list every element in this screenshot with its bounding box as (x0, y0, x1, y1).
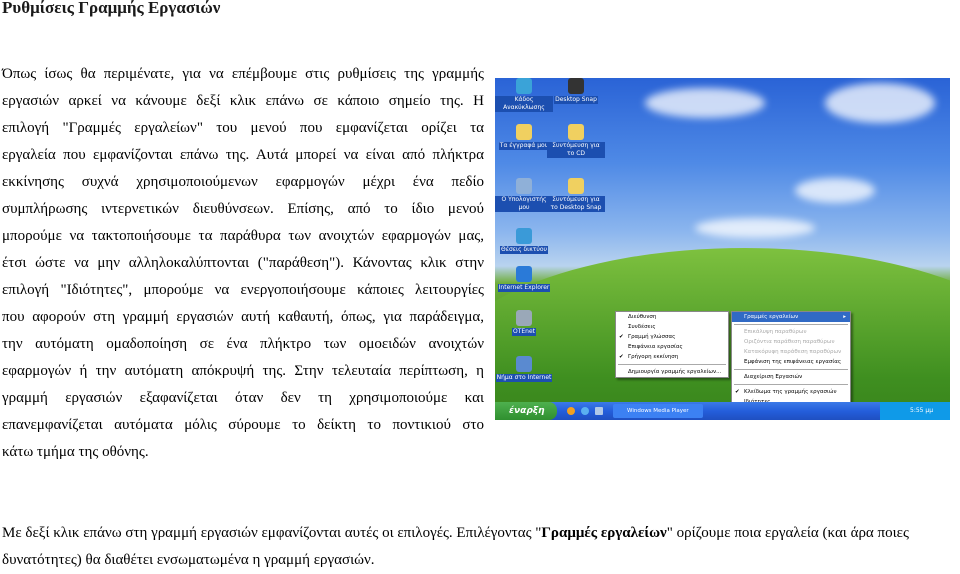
desktop-icon-label: Συντόμευση για το Desktop Snap (547, 196, 605, 212)
desktop-icon[interactable]: Internet Explorer (495, 266, 553, 292)
paragraph-line: κάτω τμήμα της οθόνης. (2, 444, 149, 460)
paragraph-line: επιλογή "Ιδιότητες", μπορούμε να ενεργοπ… (2, 282, 484, 298)
toolbars-submenu: Διεύθυνση Συνδέσεις ✔ Γραμμή γλώσσας Επιφάνε… (615, 311, 729, 378)
menu-item-cascade[interactable]: Επικάλυψη παραθύρων (732, 327, 850, 337)
cloud (825, 83, 935, 123)
menu-separator (734, 324, 848, 325)
menu-separator (734, 384, 848, 385)
media-player-icon[interactable] (567, 407, 575, 415)
desktop-icon[interactable]: Τα έγγραφά μου (495, 124, 553, 150)
caption-text: Με δεξί κλικ επάνω στη γραμμή εργασιών ε… (2, 525, 542, 541)
desktop-icon-glyph (568, 124, 584, 140)
menu-separator (618, 364, 726, 365)
menu-item-toolbars[interactable]: Γραμμές εργαλείων ▸ (732, 312, 850, 322)
cloud (645, 88, 765, 118)
check-icon: ✔ (619, 354, 624, 360)
desktop-icon-glyph (516, 78, 532, 94)
toolbar-menu-item[interactable]: Διεύθυνση (616, 312, 728, 322)
desktop-icon-label: Τα έγγραφά μου (498, 142, 550, 150)
desktop-icon-label: Ο Υπολογιστής μου (495, 196, 553, 212)
paragraph-line: εφαρμογών ή την αυτόματη απόκρυψή της. Σ… (2, 363, 484, 379)
toolbar-menu-item[interactable]: ✔ Γραμμή γλώσσας (616, 332, 728, 342)
cloud (795, 178, 875, 203)
desktop-icon-glyph (516, 178, 532, 194)
desktop-icon[interactable]: Συντόμευση για το CD (547, 124, 605, 158)
menu-item-tile-vertical[interactable]: Κατακόρυφη παράθεση παραθύρων (732, 347, 850, 357)
desktop-icon[interactable]: Desktop Snap (547, 78, 605, 104)
taskbar-context-menu: Γραμμές εργαλείων ▸ Επικάλυψη παραθύρων Ο… (731, 311, 851, 408)
desktop-icon-glyph (516, 356, 532, 372)
desktop-icon-glyph (516, 228, 532, 244)
paragraph-line: μπορούμε να τακτοποιήσουμε τα παράθυρα τ… (2, 228, 484, 244)
toolbar-menu-item[interactable]: Συνδέσεις (616, 322, 728, 332)
menu-item-lock-taskbar[interactable]: ✔ Κλείδωμα της γραμμής εργασιών (732, 387, 850, 397)
taskbar: έναρξη Windows Media Player EN 5:55 μμ (495, 402, 950, 420)
start-button[interactable]: έναρξη (495, 402, 557, 420)
desktop-icon-label: Συντόμευση για το CD (547, 142, 605, 158)
paragraph-line: την αυτόματη ομαδοποίηση σε ένα πλήκτρο … (2, 336, 484, 352)
desktop-icon-glyph (516, 310, 532, 326)
check-icon: ✔ (619, 334, 624, 340)
taskbar-button-media-player[interactable]: Windows Media Player (613, 404, 703, 418)
paragraph-line: επιλογή "Γραμμές εργαλείων" του μενού πο… (2, 120, 484, 136)
submenu-arrow-icon: ▸ (843, 314, 846, 320)
menu-separator (734, 369, 848, 370)
paragraph-line: έτσι ώστε να μην αλληλοκαλύπτονται ("παρ… (2, 255, 484, 271)
desktop-icon-label: Κάδος Ανακύκλωσης (495, 96, 553, 112)
internet-explorer-icon[interactable] (581, 407, 589, 415)
toolbar-menu-item[interactable]: ✔ Γρήγορη εκκίνηση (616, 352, 728, 362)
toolbar-menu-item[interactable]: Επιφάνεια εργασίας (616, 342, 728, 352)
desktop-icon[interactable]: Θέσεις δικτύου (495, 228, 553, 254)
caption-bold: Γραμμές εργαλείων (541, 525, 667, 541)
desktop-icon-label: Desktop Snap (554, 96, 598, 104)
desktop-icon-glyph (516, 266, 532, 282)
paragraph-line: που αφορούν στη γραμμή εργασιών αυτή καθ… (2, 309, 484, 325)
desktop-icon-label: OTEnet (511, 328, 537, 336)
page-title: Ρυθμίσεις Γραμμής Εργασιών (2, 0, 221, 17)
figure-caption: Με δεξί κλικ επάνω στη γραμμή εργασιών ε… (2, 520, 960, 574)
desktop-icon-glyph (568, 78, 584, 94)
paragraph-line: συμπλήρωσης ιντερνετικών διευθύνσεων. Επ… (2, 201, 484, 217)
desktop-icon-label: Internet Explorer (497, 284, 551, 292)
check-icon: ✔ (735, 389, 740, 395)
menu-item-tile-horizontal[interactable]: Οριζόντια παράθεση παραθύρων (732, 337, 850, 347)
desktop-icon-glyph (568, 178, 584, 194)
cloud (695, 218, 815, 238)
desktop-icon-label: Νήμα στο Internet (495, 374, 553, 382)
desktop-icon[interactable]: Συντόμευση για το Desktop Snap (547, 178, 605, 212)
clock: 5:55 μμ (910, 407, 934, 414)
paragraph-line: εργαλεία που εμφανίζονται επάνω της. Αυτ… (2, 147, 484, 163)
desktop-icon-glyph (516, 124, 532, 140)
toolbar-menu-item[interactable]: Δημιουργία γραμμής εργαλείων... (616, 367, 728, 377)
taskbar-screenshot: Κάδος Ανακύκλωσης Desktop Snap Τα έγγραφά … (495, 78, 950, 420)
paragraph-line: Όπως ίσως θα περιμένατε, για να επέμβουμ… (2, 66, 484, 82)
paragraph-line: εκκίνησης συχνά χρησιμοποιούμενων εφαρμο… (2, 174, 484, 190)
paragraph-line: γραμμή εργασιών εξαφανίζεται όταν δεν τη… (2, 390, 484, 406)
show-desktop-icon[interactable] (595, 407, 603, 415)
desktop-icon[interactable]: Νήμα στο Internet (495, 356, 553, 382)
paragraph-line: εργασιών αρκεί να κάνουμε δεξί κλικ επάν… (2, 93, 484, 109)
menu-item-task-manager[interactable]: Διαχείριση Εργασιών (732, 372, 850, 382)
system-tray: 5:55 μμ (880, 402, 950, 420)
desktop-icon[interactable]: Ο Υπολογιστής μου (495, 178, 553, 212)
desktop-icon[interactable]: OTEnet (495, 310, 553, 336)
paragraph-line: επανεμφανίζεται αυτόματα μόλις σύρουμε τ… (2, 417, 484, 433)
body-paragraph: Όπως ίσως θα περιμένατε, για να επέμβουμ… (2, 61, 484, 466)
desktop-icon-label: Θέσεις δικτύου (500, 246, 548, 254)
desktop-icon[interactable]: Κάδος Ανακύκλωσης (495, 78, 553, 112)
menu-item-show-desktop[interactable]: Εμφάνιση της επιφάνειας εργασίας (732, 357, 850, 367)
